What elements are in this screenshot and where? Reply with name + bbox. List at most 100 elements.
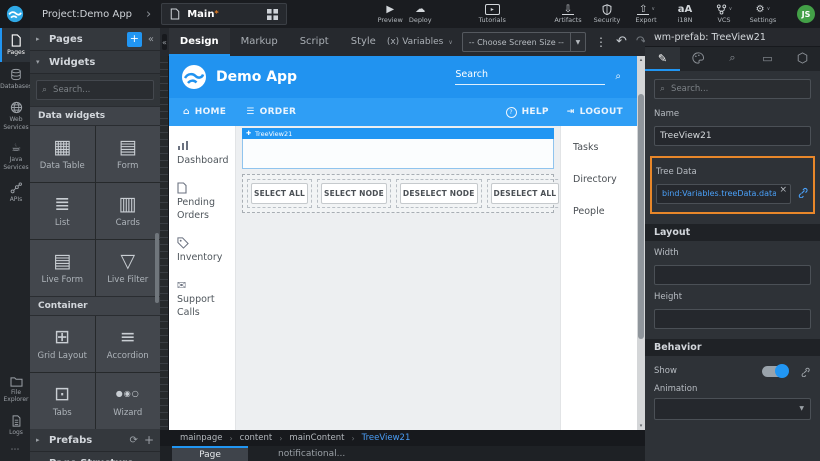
refresh-icon[interactable]: ⟳ — [130, 435, 138, 446]
name-field-input[interactable] — [654, 126, 811, 146]
menu-item-tasks[interactable]: Tasks — [573, 142, 637, 153]
vcs-button[interactable]: ∨ VCS — [709, 4, 739, 24]
menu-item-dashboard[interactable]: Dashboard — [177, 140, 235, 167]
rail-item-web-services[interactable]: Web Services — [0, 95, 30, 136]
undo-icon[interactable]: ↶ — [616, 36, 627, 48]
tab-properties[interactable]: ✎ — [645, 47, 680, 71]
rail-item-apis[interactable]: APIs — [0, 176, 30, 209]
add-page-button[interactable]: + — [127, 32, 142, 47]
rail-more-button[interactable]: ⋯ — [0, 441, 30, 461]
treeview-widget[interactable] — [242, 139, 554, 169]
properties-search-input[interactable] — [669, 83, 805, 95]
widget-tile-grid-layout[interactable]: ⊞ Grid Layout — [30, 316, 95, 372]
screen-size-select[interactable]: -- Choose Screen Size -- ▼ — [462, 32, 586, 52]
page-selector[interactable]: Main* — [161, 3, 287, 25]
security-button[interactable]: Security — [592, 4, 622, 24]
nav-item-help[interactable]: ? HELP — [506, 107, 549, 118]
properties-search[interactable]: ⌕ — [654, 79, 811, 99]
widget-tile-live-form[interactable]: ▤ Live Form — [30, 240, 95, 296]
tab-markup[interactable]: Markup — [230, 28, 289, 56]
prefabs-section-header[interactable]: ▸ Prefabs ⟳ + — [30, 429, 160, 452]
breadcrumb-item-mainpage[interactable]: mainpage — [180, 433, 222, 443]
tree-data-input[interactable] — [656, 184, 791, 204]
rail-item-logs[interactable]: Logs — [0, 409, 30, 442]
select-node-button[interactable]: SELECT NODE — [321, 183, 387, 204]
select-all-button[interactable]: SELECT ALL — [251, 183, 308, 204]
widget-search[interactable]: ⌕ — [36, 80, 154, 100]
breadcrumb-item-treeview21[interactable]: TreeView21 — [362, 433, 411, 443]
scroll-down-icon[interactable]: ▾ — [637, 422, 645, 430]
show-toggle[interactable] — [762, 366, 788, 377]
menu-item-support-calls[interactable]: ✉ Support Calls — [177, 279, 235, 319]
menu-item-people[interactable]: People — [573, 206, 637, 217]
page-tab[interactable]: Page — [172, 446, 248, 461]
button-wrapper[interactable]: SELECT ALL — [247, 179, 312, 208]
tab-events[interactable]: ⌕ — [715, 47, 750, 71]
nav-item-logout[interactable]: ⇥ LOGOUT — [567, 107, 623, 118]
notification-text[interactable]: notificational... — [278, 446, 345, 461]
button-wrapper[interactable]: SELECT NODE — [317, 179, 391, 208]
widget-tile-list[interactable]: ≣ List — [30, 183, 95, 239]
menu-item-directory[interactable]: Directory — [573, 174, 637, 185]
tutorials-button[interactable]: ▸ Tutorials — [477, 4, 507, 24]
canvas-scrollbar[interactable]: ▴ ▾ — [637, 56, 645, 430]
animation-select[interactable]: ▼ — [654, 398, 811, 420]
tab-script[interactable]: Script — [289, 28, 340, 56]
preview-button[interactable]: ▶ Preview — [375, 4, 405, 24]
rail-item-pages[interactable]: Pages — [0, 28, 30, 62]
pages-section-header[interactable]: ▸ Pages + « — [30, 28, 160, 51]
height-field-input[interactable] — [654, 309, 811, 329]
deselect-node-button[interactable]: DESELECT NODE — [400, 183, 478, 204]
scrollbar-thumb[interactable] — [638, 94, 644, 339]
artifacts-button[interactable]: ⇩ Artifacts — [553, 4, 583, 24]
left-panel-scrollbar[interactable] — [155, 233, 159, 303]
treeview-widget-label[interactable]: ✚ TreeView21 — [242, 128, 554, 139]
wavemaker-logo[interactable] — [0, 0, 30, 28]
tab-design[interactable]: Design — [169, 28, 230, 56]
tab-style[interactable]: Style — [340, 28, 387, 56]
widget-tile-data-table[interactable]: ▦ Data Table — [30, 126, 95, 182]
bind-link-icon[interactable] — [797, 186, 809, 198]
widget-tile-live-filter[interactable]: ▽ Live Filter — [96, 240, 161, 296]
kebab-menu-icon[interactable]: ⋮ — [595, 36, 607, 48]
user-avatar[interactable]: JS — [797, 5, 815, 23]
rail-item-file-explorer[interactable]: File Explorer — [0, 370, 30, 409]
nav-item-order[interactable]: ☰ ORDER — [246, 107, 296, 117]
clear-binding-icon[interactable]: × — [779, 186, 787, 195]
widget-tile-accordion[interactable]: ≡ Accordion — [96, 316, 161, 372]
widget-tile-tabs[interactable]: ⊡ Tabs — [30, 373, 95, 429]
button-wrapper[interactable]: DESELECT ALL — [487, 179, 564, 208]
nav-item-home[interactable]: ⌂ HOME — [183, 107, 226, 117]
menu-item-inventory[interactable]: Inventory — [177, 237, 235, 264]
app-search-placeholder[interactable]: Search — [455, 69, 605, 85]
widget-search-input[interactable] — [51, 84, 148, 96]
deploy-button[interactable]: ☁ Deploy — [405, 4, 435, 24]
export-button[interactable]: ⇧∨ Export — [631, 4, 661, 24]
search-icon[interactable]: ⌕ — [615, 71, 621, 85]
breadcrumb-item-content[interactable]: content — [240, 433, 273, 443]
i18n-button[interactable]: aA i18N — [670, 4, 700, 24]
scroll-up-icon[interactable]: ▴ — [637, 56, 645, 64]
widget-tile-cards[interactable]: ▥ Cards — [96, 183, 161, 239]
collapse-panel-icon[interactable]: « — [148, 34, 154, 45]
widget-tile-form[interactable]: ▤ Form — [96, 126, 161, 182]
page-structure-section-header[interactable]: ▸ Page Structure — [30, 452, 160, 461]
variables-dropdown[interactable]: (x) Variables ∨ — [387, 37, 453, 47]
width-field-input[interactable] — [654, 265, 811, 285]
settings-button[interactable]: ⚙∨ Settings — [748, 4, 778, 24]
breadcrumb-item-maincontent[interactable]: mainContent — [289, 433, 344, 443]
tab-device[interactable]: ▭ — [750, 47, 785, 71]
tab-security[interactable] — [785, 47, 820, 71]
collapse-left-panel-button[interactable]: « — [162, 34, 167, 50]
rail-item-databases[interactable]: Databases — [0, 62, 30, 96]
pages-grid-icon[interactable] — [267, 9, 278, 20]
rail-item-java-services[interactable]: ☕ Java Services — [0, 136, 30, 176]
show-link-icon[interactable] — [800, 366, 811, 377]
add-prefab-icon[interactable]: + — [144, 433, 154, 447]
widgets-section-header[interactable]: ▾ Widgets — [30, 51, 160, 74]
tab-styles[interactable] — [680, 47, 715, 71]
menu-item-pending-orders[interactable]: Pending Orders — [177, 182, 235, 222]
deselect-all-button[interactable]: DESELECT ALL — [491, 183, 560, 204]
app-search[interactable]: Search ⌕ — [455, 69, 625, 85]
widget-tile-wizard[interactable]: ●◉○ Wizard — [96, 373, 161, 429]
